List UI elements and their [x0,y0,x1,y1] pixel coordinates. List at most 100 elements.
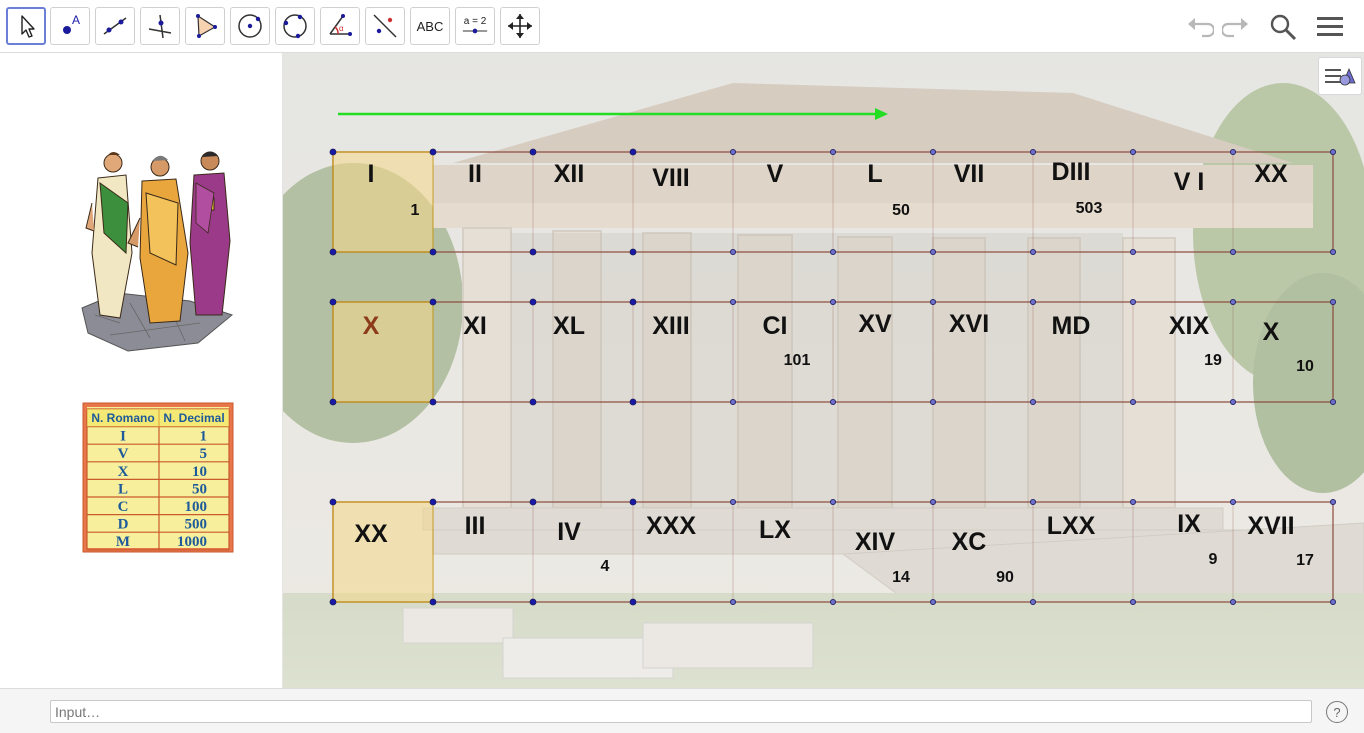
roman-label[interactable]: V [767,160,784,188]
roman-label[interactable]: MD [1052,312,1091,340]
roman-label[interactable]: IX [1177,510,1201,538]
roman-label[interactable]: XC [952,528,987,556]
roman-label[interactable]: LXX [1047,512,1096,540]
decimal-label[interactable]: 14 [892,569,910,586]
roman-label[interactable]: CI [763,312,788,340]
decimal-label[interactable]: 17 [1296,552,1314,569]
grid-point[interactable] [1230,599,1237,606]
grid-point[interactable] [1030,599,1037,606]
grid-point[interactable] [329,498,337,506]
perpendicular-line-tool[interactable] [140,7,180,45]
grid-point[interactable] [1030,498,1037,505]
grid-point[interactable] [529,148,537,156]
decimal-label[interactable]: 19 [1204,352,1222,369]
grid-point[interactable] [830,298,837,305]
decimal-label[interactable]: 503 [1076,200,1103,217]
grid-point[interactable] [629,298,637,306]
roman-label[interactable]: DIII [1052,158,1091,186]
decimal-label[interactable]: 50 [892,202,910,219]
grid-point[interactable] [930,599,937,606]
grid-point[interactable] [629,248,637,256]
grid-point[interactable] [629,148,637,156]
text-tool[interactable]: ABC [410,7,450,45]
move-tool[interactable] [6,7,46,45]
roman-label[interactable]: XX [1254,160,1288,188]
grid-point[interactable] [830,248,837,255]
grid-point[interactable] [1230,498,1237,505]
grid-point[interactable] [1330,599,1337,606]
grid-point[interactable] [1330,498,1337,505]
grid-point[interactable] [329,148,337,156]
grid-point[interactable] [529,598,537,606]
move-graphics-view-tool[interactable] [500,7,540,45]
roman-label[interactable]: XXX [646,512,696,540]
grid-point[interactable] [629,498,637,506]
grid-point[interactable] [1130,248,1137,255]
angle-tool[interactable]: α [320,7,360,45]
grid-point[interactable] [429,498,437,506]
roman-label[interactable]: I [368,160,375,188]
roman-label[interactable]: XIX [1169,312,1210,340]
grid-point[interactable] [1330,398,1337,405]
grid-point[interactable] [629,398,637,406]
grid-point[interactable] [529,398,537,406]
grid-point[interactable] [930,149,937,156]
roman-label[interactable]: II [468,160,482,188]
grid-point[interactable] [529,248,537,256]
highlighted-cell[interactable] [332,301,434,403]
decimal-label[interactable]: 4 [601,558,610,575]
grid-point[interactable] [1030,149,1037,156]
style-bar-toggle[interactable] [1318,57,1362,95]
grid-point[interactable] [830,149,837,156]
grid-point[interactable] [329,598,337,606]
undo-button[interactable] [1182,10,1216,44]
grid-point[interactable] [830,398,837,405]
slider-tool[interactable]: a = 2 [455,7,495,45]
help-icon[interactable]: ? [1326,701,1348,723]
roman-label[interactable]: LX [759,516,791,544]
decimal-label[interactable]: 9 [1209,551,1218,568]
roman-label[interactable]: XVI [949,310,989,338]
roman-label[interactable]: L [867,160,882,188]
grid-point[interactable] [429,298,437,306]
grid-point[interactable] [729,298,736,305]
grid-point[interactable] [329,248,337,256]
roman-label[interactable]: XIII [652,312,690,340]
roman-label[interactable]: XV [858,310,892,338]
grid-point[interactable] [729,398,736,405]
roman-label[interactable]: XII [554,160,585,188]
grid-point[interactable] [1330,248,1337,255]
grid-point[interactable] [830,599,837,606]
roman-label[interactable]: VIII [652,164,690,192]
roman-label[interactable]: XI [463,312,487,340]
grid-point[interactable] [529,298,537,306]
circle-three-points-tool[interactable] [275,7,315,45]
grid-point[interactable] [329,398,337,406]
redo-button[interactable] [1220,10,1254,44]
grid-point[interactable] [329,298,337,306]
grid-point[interactable] [429,248,437,256]
grid-point[interactable] [1030,298,1037,305]
grid-point[interactable] [930,398,937,405]
grid-point[interactable] [930,248,937,255]
line-tool[interactable] [95,7,135,45]
grid-point[interactable] [1130,398,1137,405]
grid-point[interactable] [1030,248,1037,255]
grid-point[interactable] [1130,599,1137,606]
grid-point[interactable] [429,148,437,156]
grid-point[interactable] [529,498,537,506]
highlighted-cell[interactable] [332,501,434,603]
grid-point[interactable] [830,498,837,505]
roman-label[interactable]: VII [954,160,985,188]
roman-label[interactable]: XIV [855,528,896,556]
roman-label[interactable]: XVII [1247,512,1294,540]
search-button[interactable] [1266,10,1300,44]
decimal-label[interactable]: 101 [784,352,811,369]
decimal-label[interactable]: 1 [411,202,420,219]
roman-label[interactable]: III [465,512,486,540]
roman-label[interactable]: XX [354,520,388,548]
grid-point[interactable] [629,598,637,606]
roman-label[interactable]: V I [1174,168,1205,196]
grid-point[interactable] [1130,498,1137,505]
polygon-tool[interactable] [185,7,225,45]
